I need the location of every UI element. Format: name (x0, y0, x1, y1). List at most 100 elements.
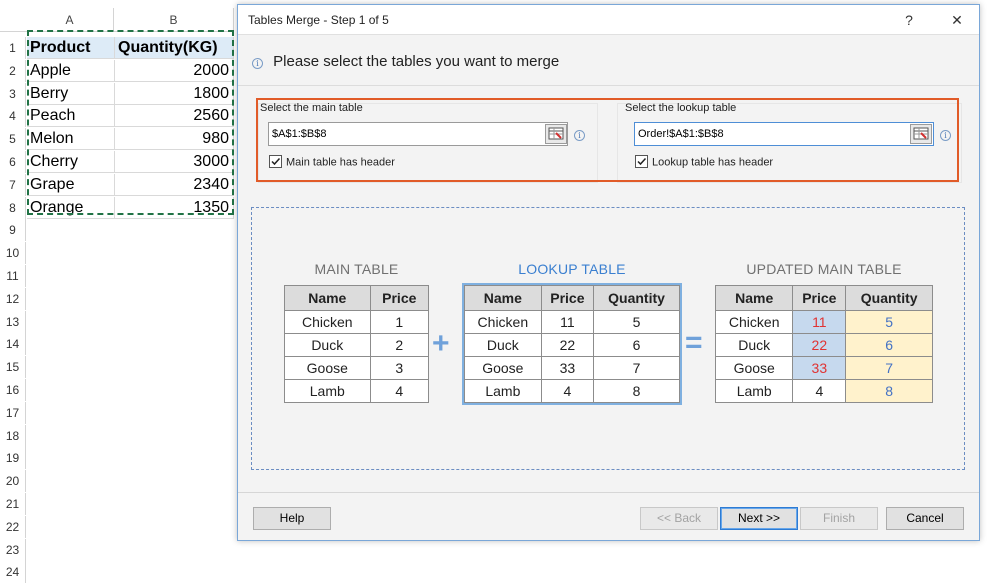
cell-quantity[interactable]: 1800 (115, 82, 234, 105)
table-row: Duck 2 (284, 333, 430, 357)
next-button[interactable]: Next >> (720, 507, 798, 530)
table-cell: Chicken (284, 310, 371, 334)
cancel-button[interactable]: Cancel (886, 507, 964, 530)
row-header[interactable]: 4 (0, 105, 26, 128)
table-row: Goose 33 7 (464, 356, 680, 380)
row-header[interactable]: 8 (0, 196, 26, 219)
cell-quantity[interactable]: 1350 (115, 196, 234, 219)
row-header[interactable]: 7 (0, 173, 26, 196)
table-row: Lamb 4 (284, 379, 430, 403)
table-cell: 5 (845, 310, 933, 334)
table-cell: 22 (792, 333, 847, 357)
row-header[interactable]: 11 (0, 265, 26, 287)
cell-product[interactable]: Orange (27, 196, 115, 219)
select-all-corner[interactable] (0, 8, 26, 32)
cell-product[interactable]: Apple (27, 59, 115, 82)
cell-quantity[interactable]: 980 (115, 128, 234, 151)
row-header[interactable]: 23 (0, 538, 26, 561)
updated-table-example: Name Price Quantity Chicken 11 5 Duck 22 6 Goose 3… (714, 285, 933, 403)
table-header-row: Name Price Quantity (464, 285, 680, 311)
table-cell: 22 (540, 333, 595, 357)
row-header[interactable]: 17 (0, 401, 26, 424)
row-header[interactable]: 5 (0, 128, 26, 151)
table-cell: Lamb (464, 379, 542, 403)
table-cell: 1 (369, 310, 430, 334)
cell-product[interactable]: Berry (27, 82, 115, 105)
cell-header-quantity[interactable]: Quantity(KG) (115, 37, 234, 59)
selection-highlight-frame (256, 98, 959, 182)
help-button[interactable]: Help (253, 507, 331, 530)
dialog-titlebar[interactable]: Tables Merge - Step 1 of 5 ? ✕ (238, 5, 979, 35)
intro-text-row: i Please select the tables you want to m… (252, 53, 559, 70)
row-header[interactable]: 24 (0, 561, 26, 583)
cell-product[interactable]: Melon (27, 128, 115, 151)
table-cell: 7 (845, 356, 933, 380)
cell-quantity[interactable]: 2340 (115, 173, 234, 196)
main-table-title: MAIN TABLE (314, 261, 399, 277)
row-header[interactable]: 13 (0, 310, 26, 333)
cell-product[interactable]: Grape (27, 173, 115, 196)
row-header[interactable]: 2 (0, 59, 26, 82)
table-cell: Duck (464, 333, 542, 357)
table-cell: Lamb (284, 379, 371, 403)
table-cell: Lamb (714, 379, 794, 403)
table-cell: 5 (593, 310, 680, 334)
table-row: Goose 3 (284, 356, 430, 380)
table-cell: 4 (369, 379, 430, 403)
column-header: Price (792, 285, 847, 311)
cell-header-product[interactable]: Product (27, 37, 115, 59)
row-header[interactable]: 3 (0, 82, 26, 105)
row-header[interactable]: 16 (0, 379, 26, 401)
column-header: Price (369, 285, 430, 311)
help-question-icon[interactable]: ? (894, 9, 924, 31)
tables-merge-dialog: Tables Merge - Step 1 of 5 ? ✕ i Please … (237, 4, 980, 541)
finish-button[interactable]: Finish (800, 507, 878, 530)
footer-separator (238, 492, 979, 493)
lookup-table-example: Name Price Quantity Chicken 11 5 Duck 22 6 Goose 3… (462, 283, 682, 405)
table-cell: Duck (284, 333, 371, 357)
cell-product[interactable]: Cherry (27, 151, 115, 173)
table-row: Chicken 1 (284, 310, 430, 334)
intro-text: Please select the tables you want to mer… (273, 53, 560, 70)
table-row: Lamb 4 8 (714, 379, 933, 403)
column-header-a[interactable]: A (26, 8, 114, 32)
row-header[interactable]: 10 (0, 242, 26, 265)
table-cell: 6 (593, 333, 680, 357)
cell-product[interactable]: Peach (27, 105, 115, 128)
table-cell: 4 (792, 379, 847, 403)
row-header[interactable]: 22 (0, 515, 26, 538)
cell-quantity[interactable]: 2000 (115, 59, 234, 82)
back-button[interactable]: << Back (640, 507, 718, 530)
row-header[interactable]: 12 (0, 287, 26, 310)
row-header[interactable]: 6 (0, 151, 26, 173)
table-row: Chicken 11 5 (714, 310, 933, 334)
table-cell: 11 (540, 310, 595, 334)
row-header[interactable]: 20 (0, 470, 26, 493)
table-cell: Goose (284, 356, 371, 380)
row-header[interactable]: 14 (0, 333, 26, 356)
table-cell: 7 (593, 356, 680, 380)
close-icon[interactable]: ✕ (942, 9, 972, 31)
column-header-b[interactable]: B (114, 8, 234, 32)
table-row: Chicken 11 5 (464, 310, 680, 334)
cell-quantity[interactable]: 3000 (115, 151, 234, 173)
row-header[interactable]: 1 (0, 37, 26, 59)
column-header: Quantity (845, 285, 933, 311)
table-cell: 33 (540, 356, 595, 380)
table-row: Duck 22 6 (714, 333, 933, 357)
row-header[interactable]: 19 (0, 447, 26, 470)
row-header[interactable]: 15 (0, 356, 26, 379)
row-header[interactable]: 21 (0, 493, 26, 515)
row-header[interactable]: 18 (0, 424, 26, 447)
table-header-row: Name Price (284, 285, 430, 311)
table-cell: 8 (845, 379, 933, 403)
spreadsheet: A B 1 2 3 4 5 6 7 8 9 10 11 12 13 14 15 16 17 18 19 20 21 22 2… (0, 0, 240, 583)
equals-symbol: = (685, 326, 703, 359)
table-cell: Duck (714, 333, 794, 357)
cell-quantity[interactable]: 2560 (115, 105, 234, 128)
dialog-title: Tables Merge - Step 1 of 5 (248, 13, 389, 27)
column-header: Name (714, 285, 794, 311)
row-header[interactable]: 9 (0, 219, 26, 242)
column-header: Quantity (593, 285, 680, 311)
table-cell: 2 (369, 333, 430, 357)
